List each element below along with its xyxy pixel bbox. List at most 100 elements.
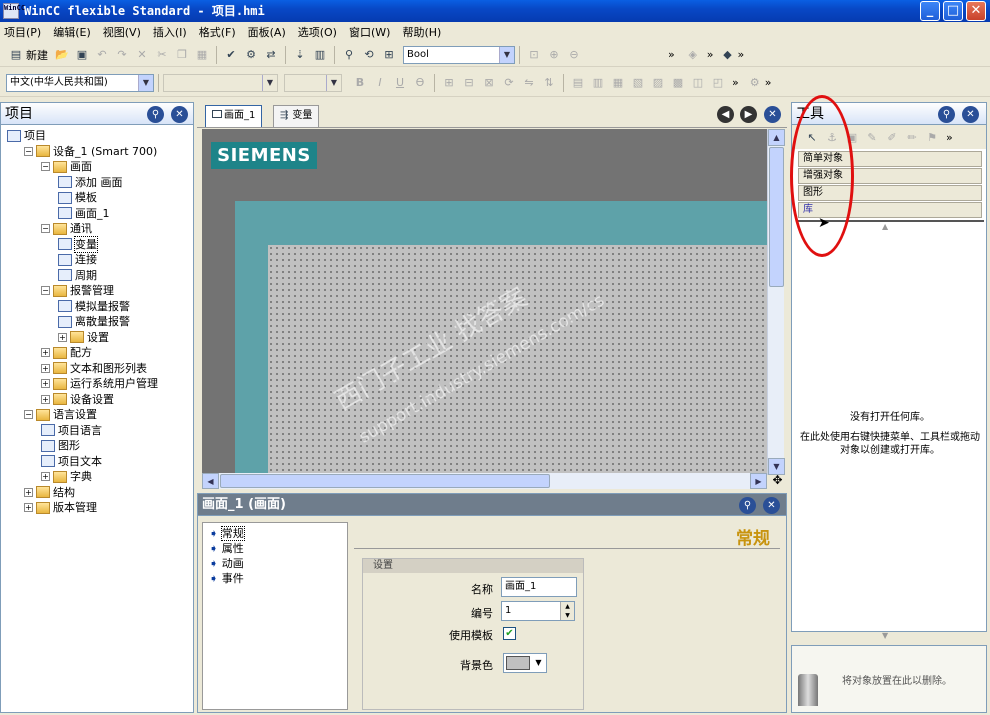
mirror-icon[interactable]: ⇅ bbox=[541, 75, 557, 91]
arrange-1-icon[interactable]: ▤ bbox=[570, 75, 586, 91]
tree-item[interactable]: 项目 bbox=[7, 128, 46, 143]
tree-item[interactable]: − 通讯 bbox=[41, 221, 92, 236]
tree-item[interactable]: 画面_1 bbox=[58, 206, 110, 221]
tree-item[interactable]: + 配方 bbox=[41, 345, 92, 360]
delete-icon[interactable]: ✕ bbox=[134, 47, 150, 63]
tree-item[interactable]: 添加 画面 bbox=[58, 175, 123, 190]
arrange-6-icon[interactable]: ▩ bbox=[670, 75, 686, 91]
arrange-4-icon[interactable]: ▧ bbox=[630, 75, 646, 91]
scroll-right-icon[interactable]: ▶ bbox=[750, 473, 767, 489]
open-icon[interactable]: 📂 bbox=[54, 47, 70, 63]
vertical-scroll-thumb[interactable] bbox=[769, 147, 784, 287]
check-icon[interactable]: ✔ bbox=[223, 47, 239, 63]
object-list-icon[interactable]: ▥ bbox=[312, 47, 328, 63]
strike-icon[interactable]: Ɵ bbox=[412, 75, 428, 91]
arrange-7-icon[interactable]: ◫ bbox=[690, 75, 706, 91]
tool-5-icon[interactable]: ✐ bbox=[884, 129, 900, 145]
number-stepper[interactable]: 1 ▲ ▼ bbox=[501, 601, 575, 621]
flip-icon[interactable]: ⇋ bbox=[521, 75, 537, 91]
use-template-checkbox[interactable]: ✔ bbox=[503, 627, 516, 640]
scroll-up-icon[interactable]: ▲ bbox=[768, 129, 785, 146]
menu-options[interactable]: 选项(O) bbox=[298, 24, 337, 40]
menu-window[interactable]: 窗口(W) bbox=[349, 24, 390, 40]
tree-item[interactable]: + 设备设置 bbox=[41, 392, 114, 407]
collapse-down-icon[interactable]: ▼ bbox=[882, 631, 888, 640]
new-button[interactable]: 新建 bbox=[26, 47, 48, 63]
tag-icon[interactable]: ⊞ bbox=[381, 47, 397, 63]
expand-icon[interactable]: + bbox=[41, 348, 50, 357]
editor-vertical-scrollbar[interactable]: ▲ ▼ bbox=[767, 129, 785, 475]
screen-work-area[interactable] bbox=[268, 245, 772, 475]
tree-item[interactable]: + 文本和图形列表 bbox=[41, 361, 147, 376]
copy-icon[interactable]: ❐ bbox=[174, 47, 190, 63]
tree-item[interactable]: − 画面 bbox=[41, 159, 92, 174]
bold-button[interactable]: B bbox=[352, 75, 368, 91]
transfer-icon[interactable]: ⇄ bbox=[263, 47, 279, 63]
nav-properties[interactable]: ➧ 属性 bbox=[209, 540, 244, 556]
tree-item[interactable]: + 版本管理 bbox=[24, 500, 97, 515]
cross-reference-icon[interactable]: ⟲ bbox=[361, 47, 377, 63]
menu-faceplates[interactable]: 面板(A) bbox=[248, 24, 286, 40]
nav-animations[interactable]: ➧ 动画 bbox=[209, 555, 244, 571]
save-icon[interactable]: ▣ bbox=[74, 47, 90, 63]
menu-format[interactable]: 格式(F) bbox=[199, 24, 236, 40]
rotate-icon[interactable]: ⟳ bbox=[501, 75, 517, 91]
window-title-bar[interactable]: WinCC WinCC flexible Standard - 项目.hmi _… bbox=[0, 0, 990, 22]
data-type-combo[interactable]: Bool ▼ bbox=[403, 45, 515, 64]
expand-icon[interactable]: + bbox=[41, 394, 50, 404]
horizontal-scroll-thumb[interactable] bbox=[220, 474, 550, 488]
expand-icon[interactable]: + bbox=[41, 363, 50, 373]
editor-close-icon[interactable]: ✕ bbox=[764, 106, 781, 123]
zoom-out-icon[interactable]: ⊖ bbox=[566, 47, 582, 63]
arrange-5-icon[interactable]: ▨ bbox=[650, 75, 666, 91]
zoom-in-icon[interactable]: ⊕ bbox=[546, 47, 562, 63]
download-icon[interactable]: ⇣ bbox=[292, 47, 308, 63]
nav-events[interactable]: ➧ 事件 bbox=[209, 570, 244, 586]
tree-item[interactable]: 周期 bbox=[58, 268, 97, 283]
tools-overflow[interactable]: » bbox=[946, 131, 953, 144]
tool-7-icon[interactable]: ⚑ bbox=[924, 129, 940, 145]
screen-canvas[interactable]: SIEMENS 西门子工业 找答案 support.industry.sieme… bbox=[202, 129, 772, 475]
tree-item[interactable]: 项目语言 bbox=[41, 423, 102, 438]
collapse-icon[interactable]: − bbox=[41, 162, 50, 171]
move-icon[interactable]: ✥ bbox=[770, 473, 785, 488]
expand-icon[interactable]: + bbox=[41, 379, 50, 388]
align-right-icon[interactable]: ⊠ bbox=[481, 75, 497, 91]
nav-general[interactable]: ➧ 常规 bbox=[209, 525, 245, 541]
expand-icon[interactable]: + bbox=[41, 472, 50, 481]
tree-item[interactable]: 模板 bbox=[58, 190, 97, 205]
undo-icon[interactable]: ↶ bbox=[94, 47, 110, 63]
menu-help[interactable]: 帮助(H) bbox=[402, 24, 441, 40]
close-icon[interactable]: ✕ bbox=[962, 106, 979, 123]
italic-button[interactable]: I bbox=[372, 75, 388, 91]
binoculars-icon[interactable]: ⚲ bbox=[341, 47, 357, 63]
tree-item[interactable]: 变量 bbox=[58, 235, 98, 253]
menu-insert[interactable]: 插入(I) bbox=[153, 24, 187, 40]
toolbar-overflow-4[interactable]: » bbox=[732, 76, 739, 89]
close-icon[interactable]: ✕ bbox=[171, 106, 188, 123]
new-icon[interactable]: ▤ bbox=[8, 47, 24, 63]
menu-project[interactable]: 项目(P) bbox=[4, 24, 41, 40]
tree-item[interactable]: 离散量报警 bbox=[58, 314, 130, 329]
font-size-combo[interactable]: ▼ bbox=[284, 73, 342, 92]
editor-horizontal-scrollbar[interactable]: ◀ ▶ bbox=[202, 473, 767, 489]
tab-scroll-right-icon[interactable]: ▶ bbox=[740, 106, 757, 123]
pin-icon[interactable]: ⚲ bbox=[938, 106, 955, 123]
toolbar-overflow-2[interactable]: » bbox=[707, 48, 714, 61]
tree-item[interactable]: + 运行系统用户管理 bbox=[41, 376, 158, 391]
library-icon[interactable]: ◆ bbox=[719, 47, 735, 63]
tab-screen-1[interactable]: 画面_1 bbox=[205, 105, 263, 127]
align-center-icon[interactable]: ⊟ bbox=[461, 75, 477, 91]
tree-item[interactable]: 项目文本 bbox=[41, 454, 102, 469]
background-color-picker[interactable]: ▼ bbox=[503, 653, 547, 673]
tool-6-icon[interactable]: ✏ bbox=[904, 129, 920, 145]
tree-item[interactable]: + 字典 bbox=[41, 469, 92, 484]
underline-button[interactable]: U bbox=[392, 75, 408, 91]
pin-icon[interactable]: ⚲ bbox=[739, 497, 756, 514]
arrange-3-icon[interactable]: ▦ bbox=[610, 75, 626, 91]
font-combo[interactable]: ▼ bbox=[163, 73, 278, 92]
minimize-button[interactable]: _ bbox=[920, 1, 940, 21]
zoom-fit-icon[interactable]: ⊡ bbox=[526, 47, 542, 63]
settings-icon[interactable]: ⚙ bbox=[747, 75, 763, 91]
collapse-icon[interactable]: − bbox=[24, 410, 33, 419]
